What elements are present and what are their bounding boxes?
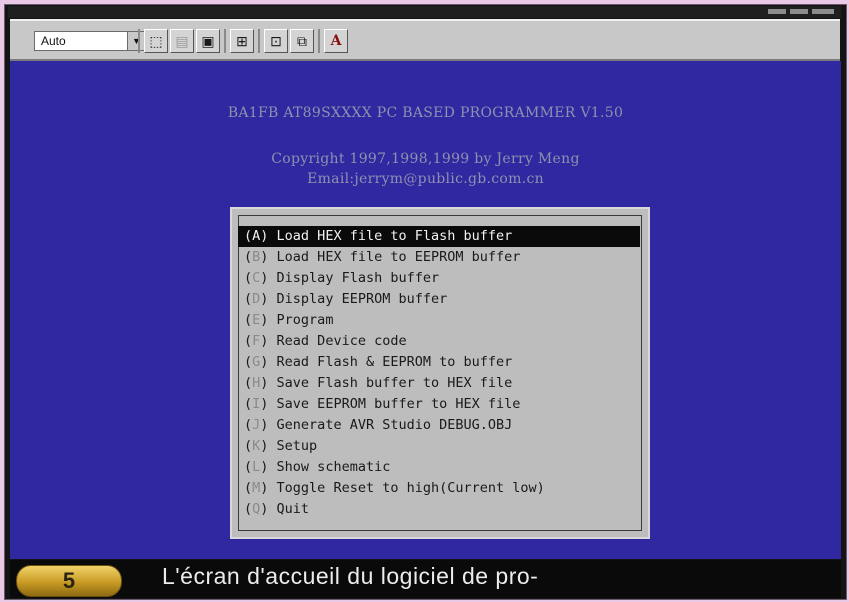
console-area[interactable]: BA1FB AT89SXXXX PC BASED PROGRAMMER V1.5… [10,61,841,559]
menu-item-label: Display Flash buffer [276,270,440,286]
close-icon[interactable] [812,9,834,14]
menu-list: (A) Load HEX file to Flash buffer (B) Loa… [238,226,640,520]
menu-item[interactable]: (Q) Quit [238,499,640,520]
menu-item[interactable]: (I) Save EEPROM buffer to HEX file [238,394,640,415]
menu-item-label: Generate AVR Studio DEBUG.OBJ [276,417,513,433]
toolbar-separator [258,29,260,53]
chevron-down-icon[interactable]: ▼ [127,32,145,50]
menu-item-label: Show schematic [276,459,391,475]
background-icon: ⧉ [297,33,307,49]
menu-item-label: Save EEPROM buffer to HEX file [276,396,521,412]
step-badge: 5 [16,565,122,597]
mark-icon: ⬚ [149,33,163,49]
menu-item-label: Read Flash & EEPROM to buffer [276,354,513,370]
copy-icon: ▤ [175,33,189,49]
properties-icon: ⊡ [270,33,282,49]
title-bar [8,6,841,18]
paste-button[interactable]: ▣ [196,29,220,53]
menu-item-label: Load HEX file to Flash buffer [276,228,513,244]
minimize-icon[interactable] [768,9,786,14]
menu-item[interactable]: (M) Toggle Reset to high(Current low) [238,478,640,499]
copy-button[interactable]: ▤ [170,29,194,53]
toolbar-separator [318,29,320,53]
fullscreen-icon: ⊞ [236,33,248,49]
toolbar: Auto ▼ ⬚ ▤ ▣ ⊞ ⊡ ⧉ A [10,19,840,61]
program-title: BA1FB AT89SXXXX PC BASED PROGRAMMER V1.5… [227,105,624,121]
menu-item[interactable]: (K) Setup [238,436,640,457]
font-size-select[interactable]: Auto ▼ [34,31,146,51]
toolbar-separator [138,29,140,53]
menu-item[interactable]: (B) Load HEX file to EEPROM buffer [238,247,640,268]
menu-item-label: Display EEPROM buffer [276,291,448,307]
menu-item-label: Program [276,312,334,328]
copyright-line: Copyright 1997,1998,1999 by Jerry Meng [271,151,580,167]
caption-text: L'écran d'accueil du logiciel de pro- [162,563,539,589]
font-size-value: Auto [41,34,66,48]
menu-item[interactable]: (A) Load HEX file to Flash buffer [238,226,640,247]
menu-item[interactable]: (D) Display EEPROM buffer [238,289,640,310]
menu-item-label: Load HEX file to EEPROM buffer [276,249,521,265]
maximize-icon[interactable] [790,9,808,14]
menu-item[interactable]: (J) Generate AVR Studio DEBUG.OBJ [238,415,640,436]
menu-item-label: Read Device code [276,333,407,349]
menu-item-label: Quit [276,501,310,517]
main-menu: (A) Load HEX file to Flash buffer (B) Loa… [230,207,650,539]
menu-item-label: Setup [276,438,318,454]
menu-item[interactable]: (L) Show schematic [238,457,640,478]
mark-button[interactable]: ⬚ [144,29,168,53]
menu-item[interactable]: (F) Read Device code [238,331,640,352]
font-button[interactable]: A [324,29,348,53]
properties-button[interactable]: ⊡ [264,29,288,53]
menu-item[interactable]: (H) Save Flash buffer to HEX file [238,373,640,394]
menu-item[interactable]: (G) Read Flash & EEPROM to buffer [238,352,640,373]
caption-bar: 5 L'écran d'accueil du logiciel de pro- [10,560,841,598]
background-button[interactable]: ⧉ [290,29,314,53]
menu-item[interactable]: (E) Program [238,310,640,331]
font-icon: A [330,33,342,49]
menu-item[interactable]: (C) Display Flash buffer [238,268,640,289]
email-line: Email:jerrym@public.gb.com.cn [307,171,544,187]
paste-icon: ▣ [201,33,215,49]
menu-item-label: Save Flash buffer to HEX file [276,375,513,391]
menu-item-label: Toggle Reset to high(Current low) [276,480,545,496]
fullscreen-button[interactable]: ⊞ [230,29,254,53]
toolbar-separator [224,29,226,53]
